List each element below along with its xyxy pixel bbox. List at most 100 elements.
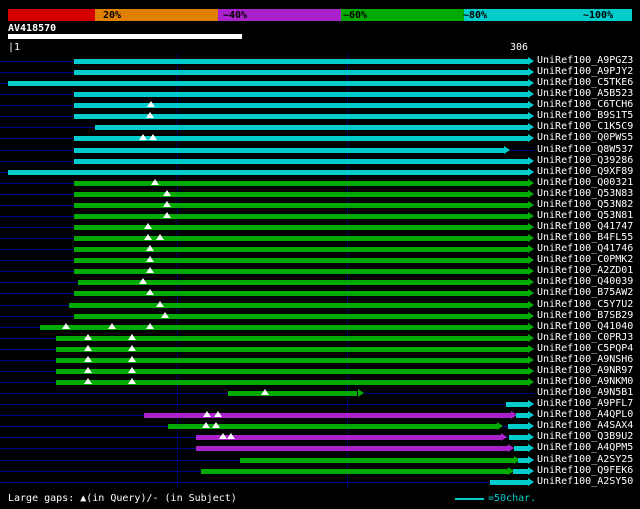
hit-arrow [528, 157, 534, 165]
hit-label: UniRef100_A2ZD01 [537, 266, 633, 276]
hit-arrow [497, 422, 503, 430]
hit-arrow [528, 90, 534, 98]
hit-arrow [528, 245, 534, 253]
hit-label: UniRef100_A9NR97 [537, 366, 633, 376]
query-gap-marker [108, 323, 116, 329]
query-gap-marker [202, 422, 210, 428]
hit-bar[interactable] [74, 203, 528, 208]
query-gap-marker [144, 223, 152, 229]
query-gap-marker [128, 367, 136, 373]
hit-arrow [528, 378, 534, 386]
alignment-plot: UniRef100_A9PGZ3UniRef100_A9PJY2UniRef10… [0, 0, 640, 509]
hit-bar[interactable] [228, 391, 358, 396]
hit-bar[interactable] [196, 446, 508, 451]
hit-bar[interactable] [74, 214, 528, 219]
hit-bar[interactable] [506, 402, 528, 407]
hit-bar[interactable] [74, 192, 528, 197]
scale-legend-text: =50char. [488, 493, 536, 504]
query-gap-marker [163, 212, 171, 218]
hit-arrow [528, 57, 534, 65]
query-gap-marker [146, 323, 154, 329]
hit-label: UniRef100_Q53N82 [537, 200, 633, 210]
hit-bar[interactable] [74, 114, 528, 119]
hit-arrow [528, 212, 534, 220]
hit-arrow [528, 179, 534, 187]
hit-label: UniRef100_A5B523 [537, 89, 633, 99]
query-gap-marker [261, 389, 269, 395]
hit-bar[interactable] [74, 103, 528, 108]
query-gap-marker [146, 245, 154, 251]
hit-bar[interactable] [74, 92, 528, 97]
hit-bar[interactable] [74, 59, 528, 64]
query-gap-marker [144, 234, 152, 240]
hit-bar[interactable] [74, 258, 528, 263]
hit-arrow [528, 123, 534, 131]
hit-bar[interactable] [74, 70, 528, 75]
hit-bar[interactable] [56, 347, 528, 352]
query-gap-marker [163, 190, 171, 196]
hit-label: UniRef100_Q39286 [537, 156, 633, 166]
query-gap-marker [151, 179, 159, 185]
hit-bar[interactable] [8, 81, 528, 86]
hit-label: UniRef100_A9PGZ3 [537, 56, 633, 66]
hit-bar[interactable] [56, 358, 528, 363]
hit-bar[interactable] [56, 336, 528, 341]
hit-arrow [528, 112, 534, 120]
hit-label: UniRef100_Q53N81 [537, 211, 633, 221]
hit-bar[interactable] [508, 424, 528, 429]
hit-label: UniRef100_A9NSH6 [537, 355, 633, 365]
query-gap-marker [161, 312, 169, 318]
hit-bar[interactable] [74, 181, 528, 186]
hit-arrow [504, 146, 510, 154]
hit-bar[interactable] [144, 413, 511, 418]
hit-bar[interactable] [56, 380, 528, 385]
hit-arrow [528, 312, 534, 320]
hit-bar[interactable] [74, 247, 528, 252]
query-gap-marker [146, 112, 154, 118]
hit-bar[interactable] [196, 435, 501, 440]
hit-bar[interactable] [95, 125, 528, 130]
query-gap-marker [62, 323, 70, 329]
hit-label: UniRef100_C0PMK2 [537, 255, 633, 265]
query-gap-marker [84, 334, 92, 340]
hit-label: UniRef100_Q9XF89 [537, 167, 633, 177]
hit-label: UniRef100_A2SY25 [537, 455, 633, 465]
hit-arrow [528, 267, 534, 275]
query-gap-marker [128, 378, 136, 384]
hit-bar[interactable] [74, 236, 528, 241]
hit-bar[interactable] [514, 446, 528, 451]
hit-bar[interactable] [240, 458, 514, 463]
hit-bar[interactable] [74, 148, 504, 153]
hit-bar[interactable] [74, 291, 528, 296]
hit-arrow [528, 456, 534, 464]
hit-bar[interactable] [8, 170, 528, 175]
hit-label: UniRef100_Q40039 [537, 277, 633, 287]
query-gap-marker [146, 289, 154, 295]
hit-bar[interactable] [516, 413, 528, 418]
row-baseline [0, 404, 534, 405]
query-gap-marker [203, 411, 211, 417]
hit-arrow [528, 345, 534, 353]
hit-label: UniRef100_C6TCH6 [537, 100, 633, 110]
query-gap-marker [84, 345, 92, 351]
hit-arrow [528, 289, 534, 297]
hit-label: UniRef100_A4QPM5 [537, 443, 633, 453]
hit-bar[interactable] [74, 225, 528, 230]
hit-bar[interactable] [201, 469, 508, 474]
hit-arrow [528, 223, 534, 231]
hit-label: UniRef100_C1K5C9 [537, 122, 633, 132]
hit-label: UniRef100_B7SB29 [537, 311, 633, 321]
hit-bar[interactable] [69, 303, 528, 308]
hit-bar[interactable] [74, 159, 528, 164]
hit-bar[interactable] [74, 269, 528, 274]
hit-bar[interactable] [74, 314, 528, 319]
hit-bar[interactable] [518, 458, 528, 463]
hit-arrow [528, 323, 534, 331]
hit-bar[interactable] [513, 469, 528, 474]
hit-bar[interactable] [509, 435, 528, 440]
hit-arrow [528, 400, 534, 408]
hit-bar[interactable] [56, 369, 528, 374]
hit-label: UniRef100_Q00321 [537, 178, 633, 188]
hit-label: UniRef100_Q41746 [537, 244, 633, 254]
hit-bar[interactable] [490, 480, 528, 485]
